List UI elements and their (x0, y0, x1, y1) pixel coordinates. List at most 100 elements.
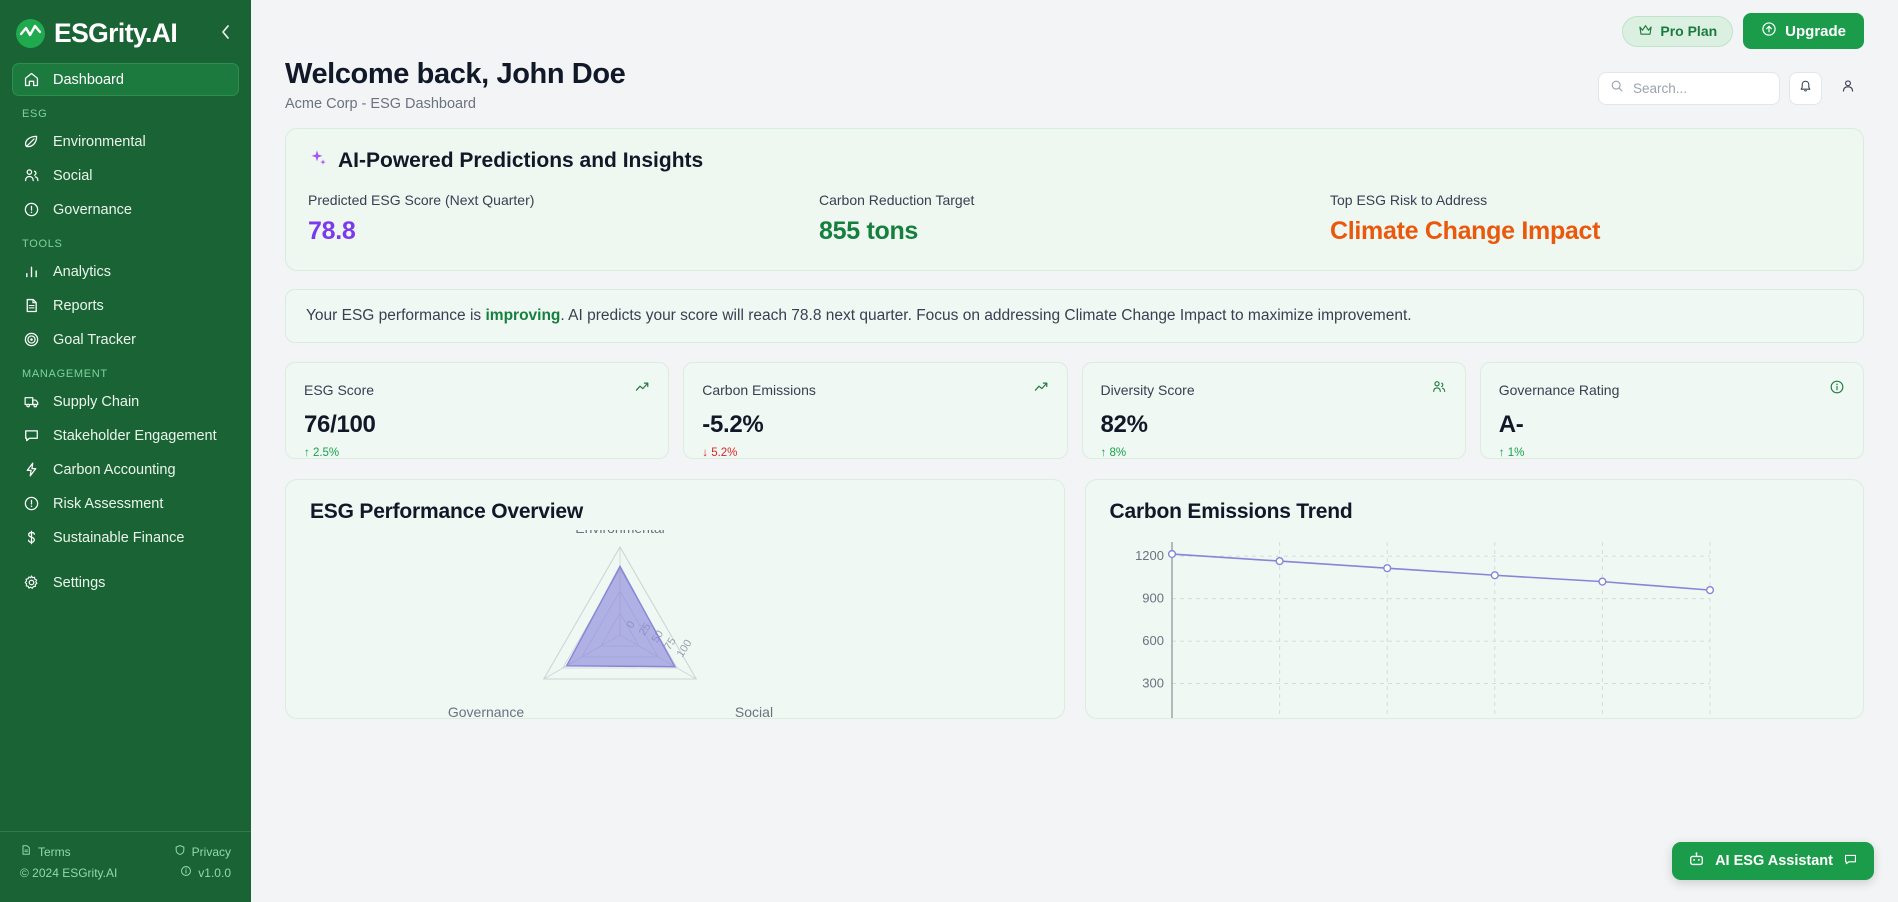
ai-metric-label: Carbon Reduction Target (819, 192, 975, 208)
gear-icon (22, 573, 41, 592)
sidebar-item-label: Risk Assessment (53, 495, 164, 512)
brand-name: ESGrity.AI (54, 18, 178, 48)
profile-button[interactable] (1831, 72, 1864, 105)
insight-banner: Your ESG performance is improving. AI pr… (285, 289, 1864, 343)
search-box[interactable] (1598, 72, 1780, 105)
sidebar-item-supply-chain[interactable]: Supply Chain (12, 385, 239, 418)
radar-chart[interactable]: 0255075100EnvironmentalSocialGovernance (310, 520, 930, 719)
sidebar-item-sustainable-finance[interactable]: Sustainable Finance (12, 521, 239, 554)
sidebar-item-label: Stakeholder Engagement (53, 427, 217, 444)
kpi-card-diversity-score[interactable]: Diversity Score 82% ↑ 8% (1081, 362, 1466, 459)
ai-metrics-grid: Predicted ESG Score (Next Quarter) 78.8 … (308, 192, 1841, 246)
page-header-text: Welcome back, John Doe Acme Corp - ESG D… (285, 58, 626, 112)
plan-badge[interactable]: Pro Plan (1622, 15, 1734, 47)
terms-label: Terms (38, 844, 71, 859)
page-header: Welcome back, John Doe Acme Corp - ESG D… (251, 58, 1898, 112)
info-circle-icon (1829, 379, 1845, 400)
upgrade-button[interactable]: Upgrade (1743, 13, 1864, 49)
sidebar-item-settings[interactable]: Settings (12, 566, 239, 599)
sidebar-item-social[interactable]: Social (12, 159, 239, 192)
bell-icon (1798, 79, 1813, 99)
sidebar-item-environmental[interactable]: Environmental (12, 125, 239, 158)
crown-icon (1638, 23, 1653, 40)
arrow-up-circle-icon (1761, 21, 1777, 41)
ai-assistant-label: AI ESG Assistant (1715, 853, 1833, 869)
svg-text:1200: 1200 (1135, 548, 1164, 563)
version-info: v1.0.0 (180, 865, 231, 880)
radar-chart-title: ESG Performance Overview (310, 500, 583, 523)
main-area: Pro Plan Upgrade Welcome back, John Doe … (251, 0, 1898, 902)
kpi-label: Diversity Score (1100, 381, 1195, 398)
svg-text:Social: Social (735, 704, 773, 719)
kpi-label: ESG Score (304, 381, 375, 398)
kpi-header: Governance Rating (1499, 379, 1845, 400)
ai-metric-carbon-target: Carbon Reduction Target 855 tons (819, 192, 1330, 246)
page-title: Welcome back, John Doe (285, 58, 626, 90)
radar-chart-card: ESG Performance Overview 0255075100Envir… (285, 479, 1065, 719)
users-icon (22, 166, 41, 185)
ai-panel-title: AI-Powered Predictions and Insights (308, 148, 1841, 174)
sidebar-item-goal-tracker[interactable]: Goal Tracker (12, 323, 239, 356)
sidebar-item-carbon-accounting[interactable]: Carbon Accounting (12, 453, 239, 486)
ai-panel-title-text: AI-Powered Predictions and Insights (338, 149, 704, 172)
line-chart-card: Carbon Emissions Trend 300 600 900 1200 (1084, 479, 1864, 719)
banner-prefix: Your ESG performance is (306, 307, 486, 324)
ai-assistant-button[interactable]: AI ESG Assistant (1672, 842, 1874, 880)
sidebar-item-label: Social (53, 167, 93, 184)
chat-icon (22, 426, 41, 445)
ai-metric-predicted-score: Predicted ESG Score (Next Quarter) 78.8 (308, 192, 819, 246)
ai-metric-value: Climate Change Impact (1330, 217, 1601, 245)
sidebar-item-risk-assessment[interactable]: Risk Assessment (12, 487, 239, 520)
document-icon (20, 844, 32, 859)
plan-label: Pro Plan (1660, 23, 1718, 39)
notifications-button[interactable] (1789, 72, 1822, 105)
target-icon (22, 330, 41, 349)
chat-icon (1843, 852, 1858, 871)
trending-up-icon (634, 379, 650, 400)
terms-link[interactable]: Terms (20, 844, 71, 859)
privacy-link[interactable]: Privacy (174, 844, 231, 859)
sidebar-item-label: Analytics (53, 263, 112, 280)
ai-metric-top-risk: Top ESG Risk to Address Climate Change I… (1330, 192, 1841, 246)
sidebar-item-analytics[interactable]: Analytics (12, 255, 239, 288)
kpi-delta: ↑ 1% (1498, 447, 1525, 459)
truck-icon (22, 392, 41, 411)
banner-highlight: improving (485, 307, 561, 324)
svg-text:Governance: Governance (448, 704, 524, 719)
svg-text:900: 900 (1142, 591, 1164, 606)
sidebar-item-dashboard[interactable]: Dashboard (12, 63, 239, 96)
chart-row: ESG Performance Overview 0255075100Envir… (285, 479, 1864, 719)
kpi-delta: ↑ 2.5% (304, 447, 340, 459)
header-tools (1598, 72, 1864, 105)
leaf-icon (22, 132, 41, 151)
ai-metric-label: Top ESG Risk to Address (1330, 192, 1488, 208)
kpi-card-governance-rating[interactable]: Governance Rating A- ↑ 1% (1479, 362, 1864, 459)
version-label: v1.0.0 (198, 865, 231, 880)
line-chart[interactable]: 300 600 900 1200 (1110, 530, 1730, 719)
kpi-card-esg-score[interactable]: ESG Score 76/100 ↑ 2.5% (285, 362, 670, 459)
sidebar-section-tools: TOOLS (22, 238, 63, 250)
kpi-header: Carbon Emissions (702, 379, 1048, 400)
home-icon (22, 70, 41, 89)
search-input[interactable] (1633, 81, 1768, 96)
kpi-header: ESG Score (304, 379, 650, 400)
ai-metric-value: 78.8 (308, 217, 356, 245)
sidebar-item-governance[interactable]: Governance (12, 193, 239, 226)
sidebar-collapse-icon[interactable] (216, 22, 235, 45)
line-chart-body: 300 600 900 1200 (1110, 530, 1840, 719)
sidebar-section-esg: ESG (22, 108, 48, 120)
trending-up-icon (1033, 379, 1049, 400)
brand: ESGrity.AI (0, 0, 251, 63)
svg-text:Environmental: Environmental (575, 530, 665, 536)
user-icon (1840, 78, 1856, 99)
sidebar-item-reports[interactable]: Reports (12, 289, 239, 322)
kpi-value: 82% (1100, 411, 1148, 438)
copyright: © 2024 ESGrity.AI (20, 865, 118, 880)
alert-circle-icon (22, 494, 41, 513)
document-icon (22, 296, 41, 315)
topbar: Pro Plan Upgrade (251, 0, 1898, 62)
sidebar-item-stakeholder-engagement[interactable]: Stakeholder Engagement (12, 419, 239, 452)
kpi-value: A- (1498, 411, 1524, 438)
sidebar-footer-meta: © 2024 ESGrity.AI v1.0.0 (20, 865, 231, 880)
kpi-card-carbon-emissions[interactable]: Carbon Emissions -5.2% ↓ 5.2% (683, 362, 1068, 459)
